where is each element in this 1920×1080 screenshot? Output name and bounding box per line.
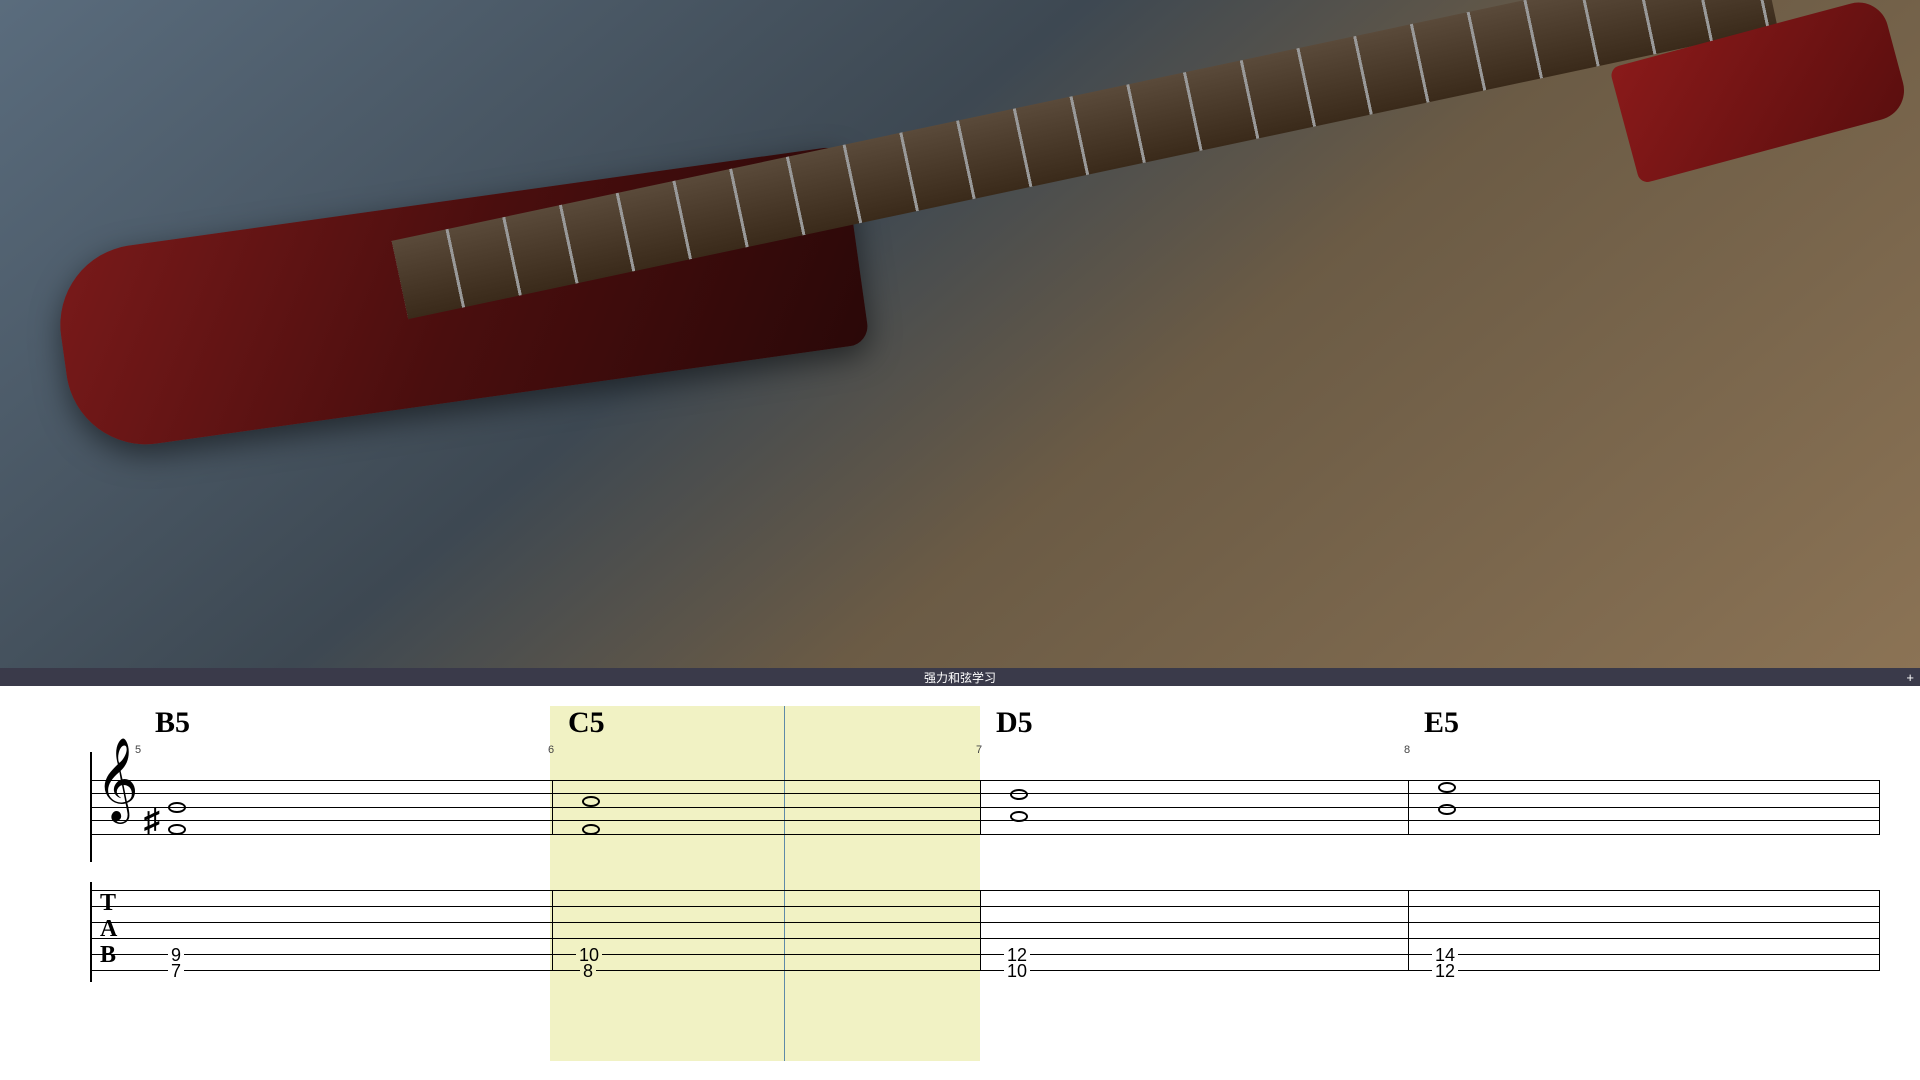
treble-clef: 𝄞 — [96, 738, 139, 822]
chord-label-row: B5 C5 D5 E5 5 6 7 8 — [40, 706, 1880, 744]
tab-fret-number: 12 — [1432, 961, 1458, 982]
video-frame — [0, 0, 1920, 668]
note — [582, 824, 600, 835]
title-bar: 强力和弦学习 + — [0, 668, 1920, 686]
tab-fret-number: 8 — [580, 961, 596, 982]
tab-fret-number: 7 — [168, 961, 184, 982]
note — [1438, 782, 1456, 793]
note — [582, 796, 600, 807]
note — [168, 824, 186, 835]
tab-clef-t: T — [100, 890, 117, 916]
sharp-accidental: ♯ — [144, 802, 160, 839]
tab-staff: T A B 9 7 10 8 12 10 14 12 — [90, 882, 1880, 982]
tab-clef-a: A — [100, 916, 117, 942]
tab-clef: T A B — [100, 890, 117, 968]
chord-label-c5: C5 — [568, 706, 605, 740]
tab-fret-number: 10 — [1004, 961, 1030, 982]
note — [1438, 804, 1456, 815]
note — [1010, 811, 1028, 822]
lesson-title: 强力和弦学习 — [924, 669, 996, 686]
chord-label-e5: E5 — [1424, 706, 1459, 740]
video-player[interactable] — [0, 0, 1920, 668]
chord-label-d5: D5 — [996, 706, 1033, 740]
chord-label-b5: B5 — [155, 706, 190, 740]
notation-panel: B5 C5 D5 E5 5 6 7 8 𝄞 ♯ — [0, 686, 1920, 1080]
standard-notation-staff: 𝄞 ♯ — [90, 752, 1880, 862]
tab-clef-b: B — [100, 942, 117, 968]
add-button[interactable]: + — [1906, 670, 1914, 685]
note — [168, 802, 186, 813]
note — [1010, 789, 1028, 800]
